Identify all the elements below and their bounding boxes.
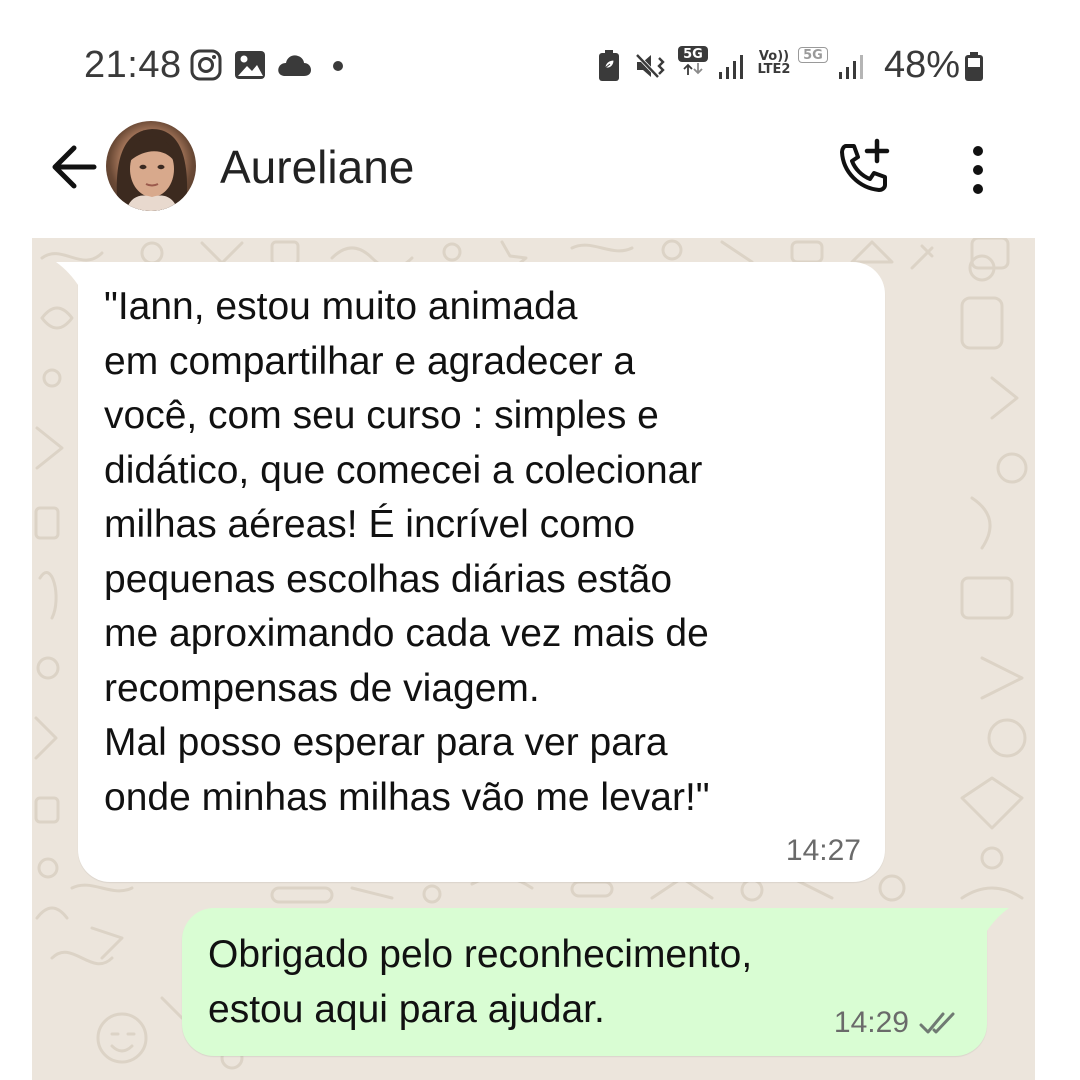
- double-check-icon: [919, 1012, 955, 1034]
- bubble-tail: [985, 908, 1009, 934]
- net-5g-label: 5G: [678, 46, 708, 62]
- message-outgoing[interactable]: Obrigado pelo reconhecimento, estou aqui…: [182, 908, 1009, 1056]
- battery-percent: 48%: [883, 44, 960, 86]
- battery-icon: [965, 52, 983, 81]
- message-incoming[interactable]: "Iann, estou muito animada em compartilh…: [56, 262, 885, 882]
- add-call-button[interactable]: [834, 138, 894, 198]
- message-meta: 14:29: [834, 1006, 961, 1040]
- more-options-button[interactable]: [958, 140, 998, 200]
- 5g-icon: 5G: [798, 47, 828, 63]
- contact-name[interactable]: Aureliane: [220, 140, 414, 194]
- status-time: 21:48: [84, 44, 182, 86]
- data-arrows-icon: [683, 63, 703, 75]
- cloud-icon: [278, 55, 311, 76]
- status-bar: 21:48 5G Vo)) LTE2 5G 48%: [0, 0, 1080, 130]
- volte-bottom-label: LTE2: [757, 62, 791, 77]
- gallery-icon: [235, 51, 265, 79]
- bubble-tail: [56, 262, 80, 288]
- more-vertical-icon: [973, 146, 983, 194]
- chat-header: Aureliane: [0, 112, 1080, 222]
- message-text: "Iann, estou muito animada em compartilh…: [104, 285, 710, 819]
- mute-vibrate-icon: [635, 53, 665, 79]
- avatar-portrait-icon: [116, 129, 188, 211]
- net-5g-second-label: 5G: [798, 47, 828, 63]
- dot-icon: [333, 61, 343, 71]
- instagram-icon: [190, 49, 222, 81]
- system-icons: 5G Vo)) LTE2 5G 48%: [594, 44, 984, 88]
- add-call-icon: [840, 138, 890, 192]
- signal-icon: [839, 55, 863, 79]
- message-timestamp: 14:27: [785, 834, 861, 867]
- volte-icon: Vo)) LTE2: [754, 50, 794, 76]
- signal-icon: [719, 55, 743, 79]
- battery-saver-icon: [599, 50, 619, 81]
- message-timestamp: 14:29: [833, 1006, 909, 1039]
- message-text: Obrigado pelo reconhecimento, estou aqui…: [208, 933, 753, 1031]
- back-arrow-icon[interactable]: [50, 144, 98, 190]
- chat-area[interactable]: "Iann, estou muito animada em compartilh…: [32, 238, 1035, 1080]
- avatar[interactable]: [106, 121, 196, 211]
- 5g-icon: 5G: [678, 46, 708, 81]
